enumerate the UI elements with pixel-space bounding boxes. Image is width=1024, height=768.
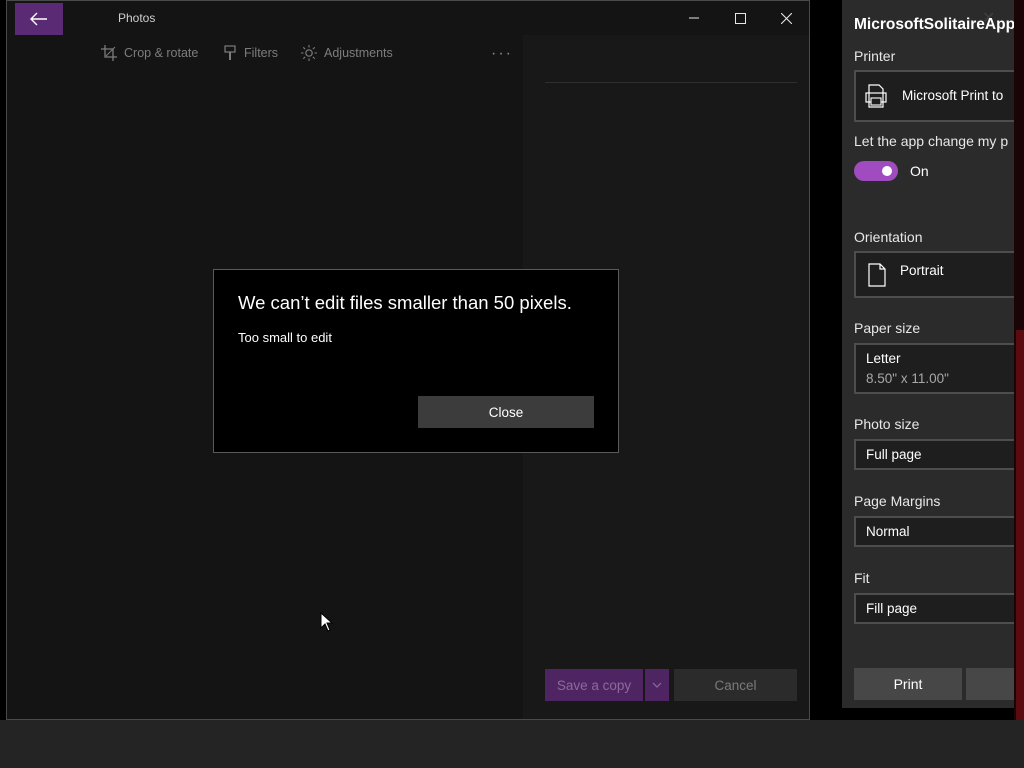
filters-tool[interactable]: Filters <box>223 45 278 61</box>
page-margins-select[interactable]: Normal <box>854 516 1014 547</box>
orientation-value: Portrait <box>900 263 944 278</box>
crop-icon <box>101 45 117 61</box>
fit-value: Fill page <box>866 601 918 616</box>
paper-size-dims: 8.50" x 11.00" <box>866 371 949 386</box>
print-app-title: MicrosoftSolitaireAppL <box>854 16 1014 33</box>
paper-size-label: Paper size <box>854 320 921 336</box>
back-arrow-icon <box>30 12 47 26</box>
dialog-title: We can’t edit files smaller than 50 pixe… <box>238 292 572 313</box>
minimize-button[interactable] <box>671 5 717 31</box>
title-bar: Photos <box>7 1 809 35</box>
fit-label: Fit <box>854 570 870 586</box>
photo-size-value: Full page <box>866 447 922 462</box>
adjustments-label: Adjustments <box>324 46 393 60</box>
back-button[interactable] <box>15 3 63 35</box>
divider <box>545 82 797 83</box>
toggle-knob <box>882 166 892 176</box>
fit-select[interactable]: Fill page <box>854 593 1014 624</box>
page-margins-value: Normal <box>866 524 910 539</box>
app-title: Photos <box>118 11 156 25</box>
printer-value: Microsoft Print to <box>902 88 1004 103</box>
brush-icon <box>224 45 236 60</box>
error-dialog: We can’t edit files smaller than 50 pixe… <box>213 269 619 453</box>
page-margins-label: Page Margins <box>854 493 941 509</box>
printer-label: Printer <box>854 48 896 64</box>
background-window-strip <box>1016 330 1024 720</box>
save-copy-button[interactable]: Save a copy <box>545 669 643 701</box>
adjustments-tool[interactable]: Adjustments <box>301 45 393 61</box>
edit-toolbar: Crop & rotate Filters Adjustments ··· <box>7 39 527 71</box>
chevron-down-icon <box>652 682 662 688</box>
toggle-state: On <box>910 163 929 179</box>
printer-icon <box>865 84 887 108</box>
close-window-button[interactable] <box>763 5 809 31</box>
print-button[interactable]: Print <box>854 668 962 700</box>
close-icon <box>780 12 792 24</box>
photo-size-label: Photo size <box>854 416 920 432</box>
crop-rotate-tool[interactable]: Crop & rotate <box>101 45 198 61</box>
paper-size-select[interactable]: Letter 8.50" x 11.00" <box>854 343 1014 394</box>
maximize-button[interactable] <box>717 5 763 31</box>
page-icon <box>868 263 886 287</box>
printer-select[interactable]: Microsoft Print to <box>854 70 1014 122</box>
minimize-icon <box>689 17 699 19</box>
let-app-change-label: Let the app change my p <box>854 133 1009 149</box>
orientation-select[interactable]: Portrait <box>854 251 1014 298</box>
save-options-dropdown[interactable] <box>645 669 669 701</box>
print-cancel-button[interactable] <box>966 668 1014 700</box>
more-options-button[interactable]: ··· <box>491 45 513 63</box>
dialog-close-button[interactable]: Close <box>418 396 594 428</box>
photo-size-select[interactable]: Full page <box>854 439 1014 470</box>
dialog-message: Too small to edit <box>238 330 332 345</box>
paper-size-value: Letter <box>866 351 901 366</box>
filters-label: Filters <box>244 46 279 60</box>
crop-rotate-label: Crop & rotate <box>124 46 199 60</box>
cancel-edit-button[interactable]: Cancel <box>674 669 797 701</box>
mouse-cursor-icon <box>320 612 333 632</box>
maximize-icon <box>734 12 746 24</box>
app-change-toggle[interactable] <box>854 161 898 181</box>
orientation-label: Orientation <box>854 229 923 245</box>
brightness-icon <box>301 45 317 61</box>
print-panel: ✕ MicrosoftSolitaireAppL Printer Microso… <box>842 0 1014 708</box>
taskbar <box>0 720 1024 768</box>
